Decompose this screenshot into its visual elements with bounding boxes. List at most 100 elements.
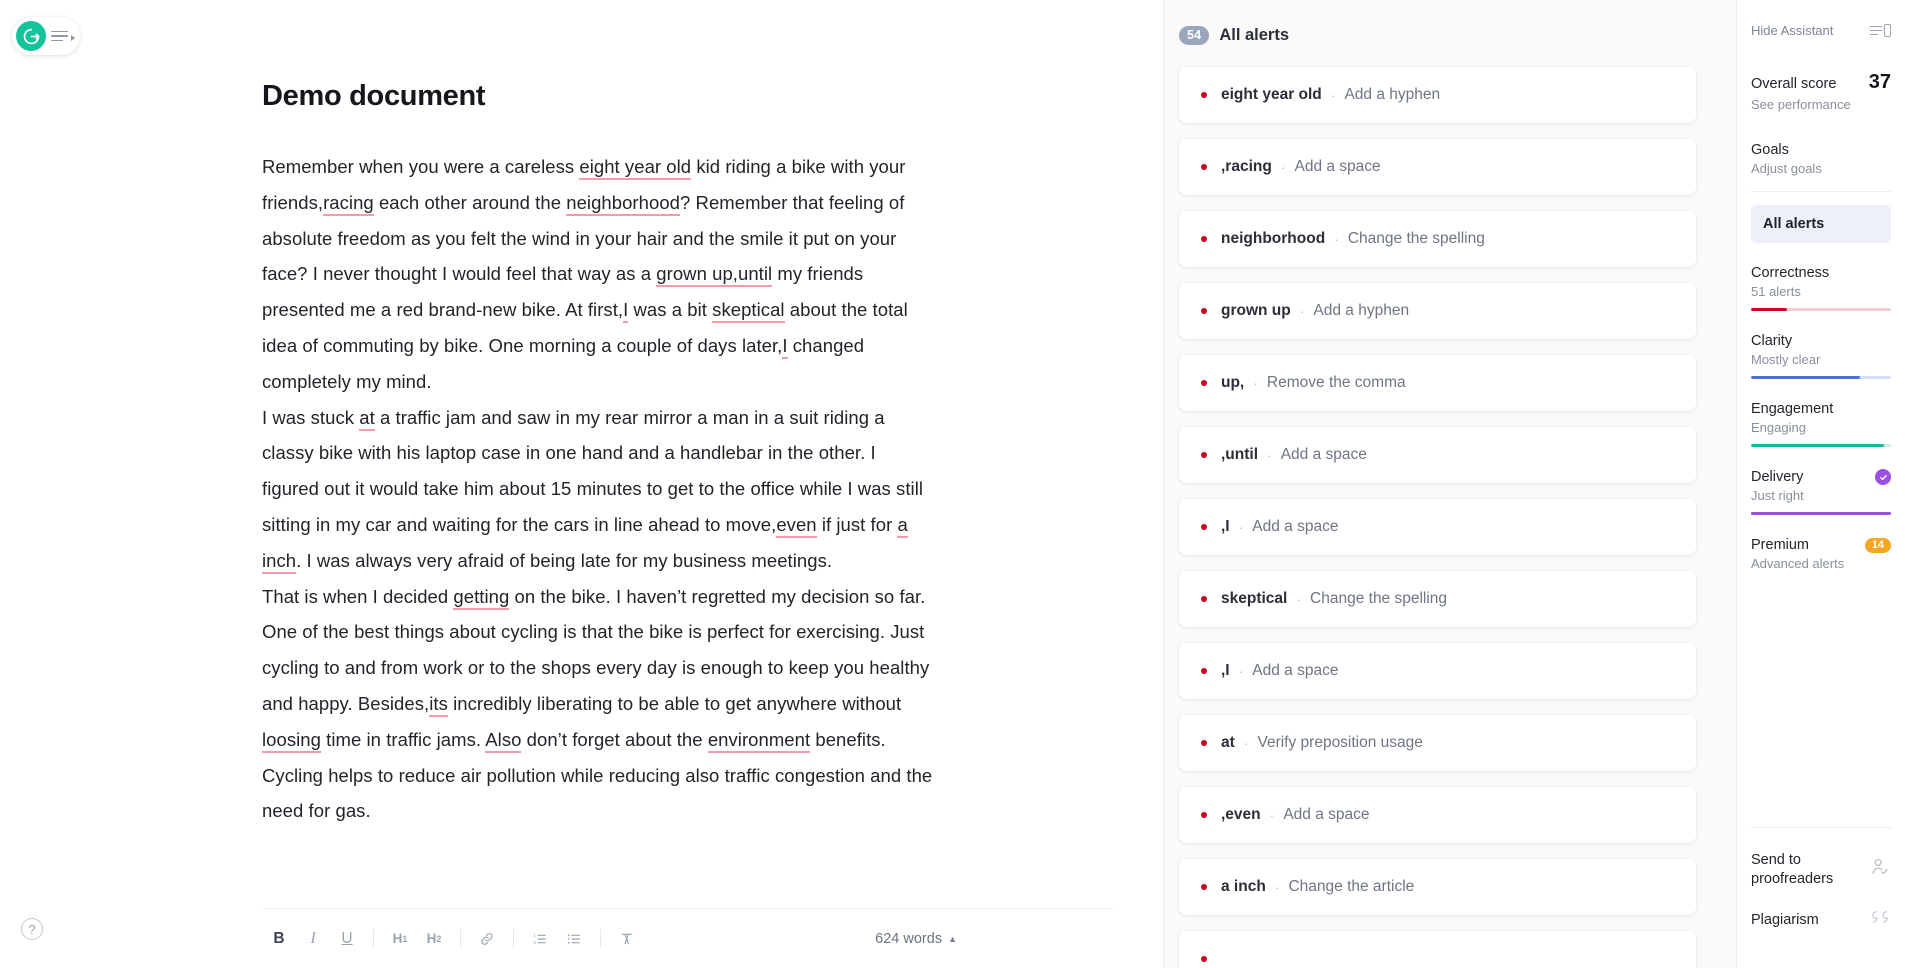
see-performance-link[interactable]: See performance [1751,97,1891,112]
bullet-list-icon[interactable] [557,922,591,956]
svg-text:2: 2 [533,939,536,944]
alert-separator: · [1269,807,1275,823]
sidebar-item-all-alerts[interactable]: All alerts [1751,205,1891,243]
sidebar-item-delivery[interactable]: Delivery Just right [1751,469,1891,515]
alert-card[interactable]: ,I · Add a space [1179,499,1696,555]
assistant-sidebar: Hide Assistant Overall score 37 See perf… [1736,0,1905,968]
inline-alert-highlight[interactable]: skeptical [712,299,785,324]
sidebar-item-engagement[interactable]: Engagement Engaging [1751,401,1891,447]
alert-card[interactable] [1179,931,1696,968]
alert-card[interactable]: eight year old · Add a hyphen [1179,67,1696,123]
hide-assistant-button[interactable]: Hide Assistant [1751,0,1891,38]
document-body[interactable]: Remember when you were a careless eight … [262,149,934,829]
alert-action: Remove the comma [1266,374,1406,391]
document-text: incredibly liberating to be able to get … [447,692,902,714]
sidebar-item-premium[interactable]: Premium 14 Advanced alerts [1751,537,1891,571]
document-text: if just for [816,513,898,535]
heading2-button[interactable]: H2 [417,922,451,956]
sidebar-item-clarity[interactable]: Clarity Mostly clear [1751,333,1891,379]
page-title: Demo document [262,80,486,112]
link-icon[interactable] [470,922,504,956]
alert-card[interactable]: ,racing · Add a space [1179,139,1696,195]
alert-action: Add a space [1280,446,1367,463]
italic-button[interactable]: I [296,922,330,956]
hide-panel-icon[interactable] [1870,24,1891,37]
alert-severity-dot [1201,452,1207,458]
alert-card[interactable]: grown up · Add a hyphen [1179,283,1696,339]
inline-alert-highlight[interactable]: its [429,692,448,717]
category-progress-bar [1751,512,1891,515]
alert-severity-dot [1201,164,1207,170]
alert-card[interactable]: ,I · Add a space [1179,643,1696,699]
document-text: time in traffic jams. [320,728,486,750]
alerts-count-badge: 54 [1179,26,1210,45]
document-paragraph[interactable]: I was stuck at a traffic jam and saw in … [262,400,934,579]
inline-alert-highlight[interactable]: eight year old [579,156,692,180]
document-paragraph[interactable]: Remember when you were a careless eight … [262,149,934,400]
h1-label: H [392,931,403,946]
inline-alert-highlight[interactable]: getting [453,585,510,610]
category-progress-fill [1751,376,1861,379]
sidebar-divider [1751,191,1891,192]
alert-separator: · [1253,375,1258,391]
toolbar-divider [600,929,601,948]
numbered-list-icon[interactable]: 1 2 [523,922,557,956]
inline-alert-highlight[interactable]: environment [707,728,811,753]
overall-score-row[interactable]: Overall score 37 [1751,71,1891,94]
alert-card[interactable]: skeptical · Change the spelling [1179,571,1696,627]
inline-alert-highlight[interactable]: grown up,until [656,263,773,288]
alert-card[interactable]: a inch · Change the article [1179,859,1696,915]
document-text: That is when I decided [262,585,454,607]
document-text: was a bit [628,299,713,321]
h2-label: H [426,931,437,946]
grammarly-editor-app: Demo document Remember when you were a c… [0,0,1905,968]
alert-separator: · [1280,159,1286,175]
alert-card[interactable]: at · Verify preposition usage [1179,715,1696,771]
goals-section[interactable]: Goals Adjust goals [1751,142,1891,176]
alert-term: ,even [1221,806,1261,823]
sidebar-item-correctness[interactable]: Correctness 51 alerts [1751,265,1891,311]
alert-term: a inch [1221,878,1266,895]
category-header: Clarity [1751,333,1891,349]
underline-button[interactable]: U [330,922,364,956]
alert-action: Add a space [1294,158,1381,175]
alert-card[interactable]: neighborhood · Change the spelling [1179,211,1696,267]
alert-term: neighborhood [1221,230,1326,247]
inline-alert-highlight[interactable]: loosing [262,728,321,753]
bold-button[interactable]: B [262,922,296,956]
alert-separator: · [1274,879,1280,895]
alert-severity-dot [1201,740,1207,746]
formatting-toolbar: B I U H1 H2 1 2 624 words ▲ [262,908,1113,968]
inline-alert-highlight[interactable]: neighborhood [566,191,680,216]
alert-separator: · [1267,447,1272,463]
alert-separator: · [1299,303,1305,319]
category-progress-bar [1751,444,1891,447]
plagiarism-button[interactable]: Plagiarism [1751,898,1891,942]
help-button[interactable]: ? [21,918,43,940]
word-count-label: 624 words [875,930,943,947]
alert-term: skeptical [1221,590,1288,607]
inline-alert-highlight[interactable]: even [776,513,817,538]
alert-card[interactable]: ,even · Add a space [1179,787,1696,843]
alert-action: Add a hyphen [1344,86,1441,103]
alert-card[interactable]: ,until · Add a space [1179,427,1696,483]
premium-count-badge: 14 [1864,537,1891,553]
category-name: Delivery [1751,469,1804,485]
category-header: Delivery [1751,469,1891,485]
send-to-proofreaders-button[interactable]: Send to proofreaders [1751,842,1891,898]
document-paragraph[interactable]: That is when I decided getting on the bi… [262,579,934,830]
clear-formatting-icon[interactable] [610,922,644,956]
adjust-goals-link[interactable]: Adjust goals [1751,161,1891,176]
category-status: 51 alerts [1751,284,1801,299]
alerts-pane: 54 All alerts eight year old · Add a hyphe… [1164,0,1736,968]
category-progress-bar [1751,308,1891,311]
inline-alert-highlight[interactable]: at [359,406,375,431]
alert-action: Change the spelling [1310,590,1448,607]
inline-alert-highlight[interactable]: racing [323,191,374,216]
word-count-button[interactable]: 624 words ▲ [875,931,1113,947]
heading1-button[interactable]: H1 [383,922,417,956]
inline-alert-highlight[interactable]: Also [485,728,522,753]
alert-card[interactable]: up, · Remove the comma [1179,355,1696,411]
alert-action: Change the spelling [1347,230,1485,247]
document-scroll-area[interactable]: Demo document Remember when you were a c… [0,0,1163,908]
